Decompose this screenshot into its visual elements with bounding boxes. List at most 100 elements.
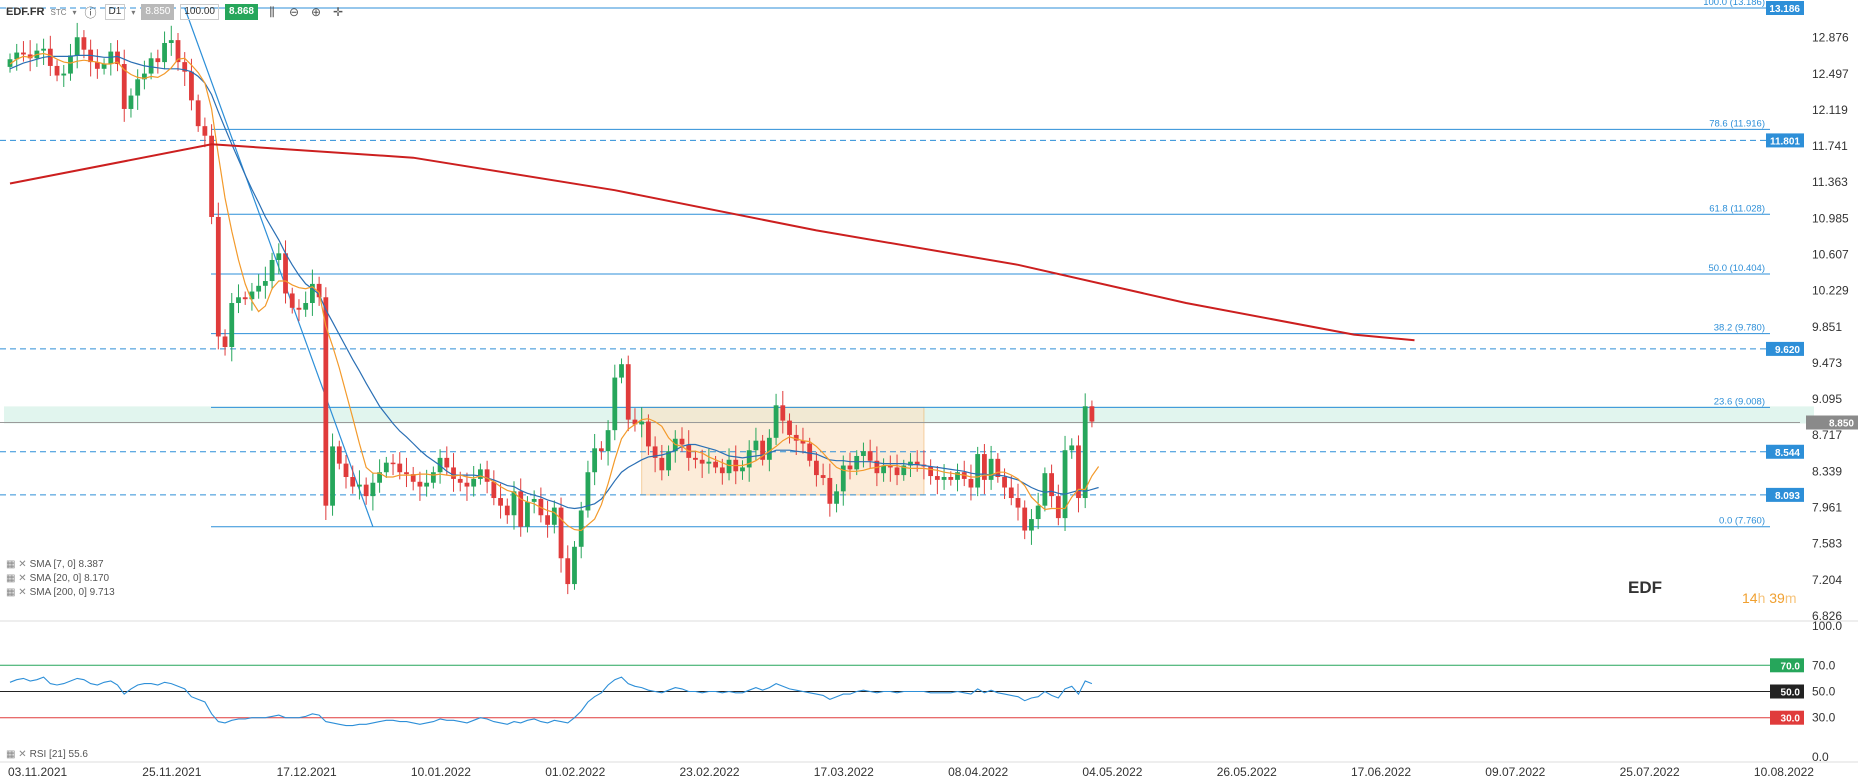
date-axis-label: 17.06.2022 (1351, 765, 1411, 779)
price-axis-label: 7.583 (1812, 537, 1842, 551)
close-icon[interactable]: ▦ ✕ (6, 573, 27, 584)
rsi-legend[interactable]: ▦ ✕ RSI [21] 55.6 (6, 749, 88, 760)
chevron-down-icon[interactable]: ▾ (73, 8, 77, 17)
candle-body (47, 48, 53, 66)
candle-body (276, 253, 282, 260)
sma7-line (9, 52, 1100, 532)
candle-body (941, 477, 947, 480)
close-icon[interactable]: ▦ ✕ (6, 749, 27, 760)
candle-body (726, 459, 732, 474)
candle-body (545, 515, 550, 525)
candle-body (363, 484, 369, 497)
price-axis-label: 10.229 (1812, 284, 1849, 298)
candle-body (296, 307, 302, 310)
fib-level-label: 38.2 (9.780) (1714, 323, 1765, 334)
date-axis-label: 25.11.2021 (142, 765, 201, 779)
candle-body (1089, 406, 1095, 422)
candle-body (357, 484, 362, 487)
bid-price[interactable]: 8.850 (141, 4, 175, 20)
candle-body (484, 469, 490, 482)
candle-body (478, 469, 483, 479)
info-icon[interactable]: ⓘ (83, 4, 99, 20)
candle-body (390, 462, 396, 465)
candle-body (189, 71, 194, 101)
candle-body (148, 58, 154, 74)
ask-price[interactable]: 8.868 (224, 4, 258, 20)
candle-body (1002, 477, 1007, 488)
candle-body (820, 475, 826, 478)
candle-body (444, 457, 450, 468)
close-icon[interactable]: ▦ ✕ (6, 559, 27, 570)
candle-body (706, 461, 712, 464)
candle-body (699, 459, 705, 464)
candle-body (780, 405, 786, 421)
symbol-label[interactable]: EDF.FR (6, 6, 45, 18)
fib-level-label: 100.0 (13.186) (1703, 0, 1765, 8)
candle-body (41, 48, 46, 51)
countdown-minutes: 39 (1769, 590, 1785, 606)
chevron-down-icon[interactable]: ▾ (131, 8, 135, 17)
candle-body (894, 467, 900, 476)
sma200-legend[interactable]: ▦ ✕ SMA [200, 0] 9.713 (6, 587, 115, 598)
candle-body (242, 297, 248, 300)
close-icon[interactable]: ▦ ✕ (6, 587, 27, 598)
candle-body (814, 460, 819, 476)
sma200-label: SMA [200, 0] 9.713 (29, 587, 115, 598)
chart-toolbar: EDF.FR STC ▾ ⓘ D1 ▾ 8.850 100.00 8.868 ⫼… (0, 0, 352, 24)
candle-body (222, 336, 228, 347)
rsi-axis-label: 70.0 (1812, 658, 1836, 672)
candle-body (1008, 487, 1014, 499)
candle-body (807, 443, 813, 461)
sma20-legend[interactable]: ▦ ✕ SMA [20, 0] 8.170 (6, 573, 109, 584)
zoom-in-icon[interactable]: ⊕ (308, 4, 324, 20)
chart-type-icon[interactable]: ⫼ (264, 4, 280, 20)
price-axis-label: 7.961 (1812, 501, 1842, 515)
candle-body (592, 448, 598, 473)
candle-body (659, 457, 665, 471)
price-axis-label: 12.119 (1812, 103, 1848, 117)
fib-level-label: 23.6 (9.008) (1714, 396, 1765, 407)
price-axis-label: 8.339 (1812, 464, 1842, 478)
candle-body (679, 438, 685, 445)
candle-body (1055, 496, 1061, 519)
rsi-level-badge-label: 30.0 (1781, 714, 1801, 725)
candle-body (847, 465, 853, 470)
candle-body (1035, 505, 1041, 520)
candle-body (1069, 445, 1075, 451)
price-axis-label: 10.985 (1812, 211, 1849, 225)
crosshair-icon[interactable]: ✛ (330, 4, 346, 20)
date-axis-label: 03.11.2021 (8, 765, 67, 779)
candle-body (639, 421, 645, 425)
countdown-hours-unit: h (1757, 590, 1766, 606)
price-axis-label: 9.095 (1812, 392, 1842, 406)
candle-body (787, 420, 792, 435)
candle-body (451, 467, 456, 479)
sma7-legend[interactable]: ▦ ✕ SMA [7, 0] 8.387 (6, 559, 104, 570)
candle-body (854, 455, 860, 470)
price-level-badge-label: 8.544 (1775, 448, 1800, 459)
candle-body (746, 450, 752, 468)
candle-body (531, 498, 537, 502)
candle-body (867, 451, 873, 461)
candle-body (1029, 519, 1034, 531)
candle-body (1042, 473, 1048, 506)
candle-body (74, 37, 80, 56)
zoom-out-icon[interactable]: ⊖ (286, 4, 302, 20)
price-axis-label: 11.741 (1812, 139, 1848, 153)
candle-body (464, 482, 470, 487)
candle-body (995, 458, 1001, 478)
candle-body (370, 482, 376, 497)
date-axis-label: 09.07.2022 (1485, 765, 1545, 779)
lot-size-input[interactable]: 100.00 (180, 4, 219, 20)
price-level-badge-label: 9.620 (1775, 345, 1800, 356)
candle-body (397, 463, 403, 473)
candle-body (229, 303, 235, 347)
candle-body (740, 467, 745, 472)
price-chart[interactable]: 100.0 (13.186) 78.6 (11.916) 61.8 (11.028)… (0, 0, 1858, 781)
candle-body (713, 461, 718, 468)
date-axis-label: 10.08.2022 (1754, 765, 1814, 779)
candle-body (424, 482, 430, 487)
candle-body (558, 507, 564, 559)
candle-body (155, 58, 161, 63)
interval-select[interactable]: D1 (104, 4, 126, 20)
